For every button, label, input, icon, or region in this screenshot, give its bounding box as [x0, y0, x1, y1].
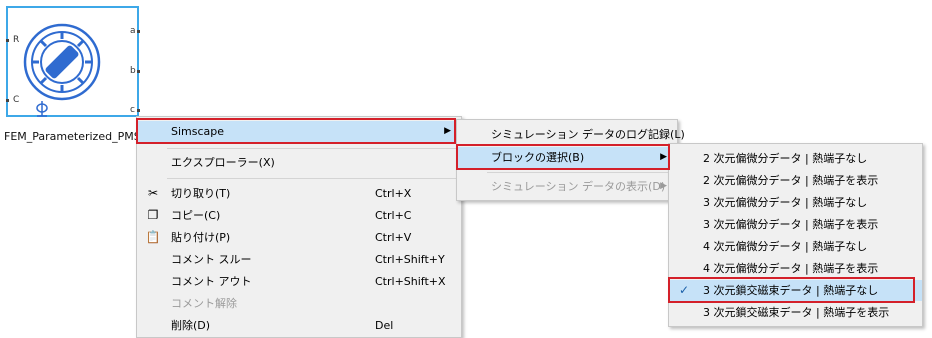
block-name: FEM_Parameterized_PMSM	[4, 130, 151, 143]
port-r[interactable]	[6, 39, 9, 42]
menu-item-label: 3 次元偏微分データ | 熱端子なし	[703, 196, 868, 209]
block-choice-submenu: 2 次元偏微分データ | 熱端子なし 2 次元偏微分データ | 熱端子を表示 3…	[668, 143, 923, 327]
variant-item[interactable]: 2 次元偏微分データ | 熱端子なし	[669, 148, 922, 169]
port-label-c-left: C	[13, 95, 20, 105]
menu-item-cut[interactable]: ✂ 切り取り(T) Ctrl+X	[137, 183, 461, 204]
port-label-b: b	[130, 66, 136, 76]
menu-item-label: 削除(D)	[171, 319, 211, 332]
menu-item-label: コメント スルー	[171, 253, 252, 266]
submenu-arrow-icon: ▶	[444, 126, 451, 136]
menu-item-shortcut: Del	[375, 319, 394, 332]
menu-item-label: 3 次元偏微分データ | 熱端子を表示	[703, 218, 879, 231]
menu-item-label: 3 次元鎖交磁束データ | 熱端子なし	[703, 284, 879, 297]
port-c-right[interactable]	[137, 109, 140, 112]
context-menu: Simscape ▶ エクスプローラー(X) ✂ 切り取り(T) Ctrl+X …	[136, 116, 462, 338]
checkmark-icon: ✓	[679, 283, 690, 297]
copy-icon: ❐	[147, 208, 159, 222]
menu-item-label: 3 次元鎖交磁束データ | 熱端子を表示	[703, 306, 890, 319]
paste-icon: 📋	[145, 230, 161, 244]
scissors-icon: ✂	[147, 186, 159, 200]
menu-item-explorer[interactable]: エクスプローラー(X)	[137, 152, 461, 173]
menu-item-label: 4 次元偏微分データ | 熱端子なし	[703, 240, 868, 253]
menu-item-copy[interactable]: ❐ コピー(C) Ctrl+C	[137, 205, 461, 226]
menu-item-paste[interactable]: 📋 貼り付け(P) Ctrl+V	[137, 227, 461, 248]
menu-item-label: シミュレーション データのログ記録(L)	[491, 128, 685, 141]
menu-item-block-choice[interactable]: ブロックの選択(B) ▶	[457, 147, 677, 168]
menu-item-shortcut: Ctrl+V	[375, 231, 412, 244]
menu-item-shortcut: Ctrl+Shift+Y	[375, 253, 445, 266]
menu-item-label: コメント解除	[171, 297, 237, 310]
port-label-c-right: c	[130, 105, 135, 115]
variant-item[interactable]: 3 次元偏微分データ | 熱端子を表示	[669, 214, 922, 235]
menu-item-label: 2 次元偏微分データ | 熱端子なし	[703, 152, 868, 165]
flux-phi-icon	[36, 101, 48, 117]
menu-item-label: Simscape	[171, 125, 225, 138]
motor-icon	[23, 23, 101, 101]
menu-item-label: ブロックの選択(B)	[491, 151, 585, 164]
menu-separator	[487, 172, 675, 173]
menu-item-label: エクスプローラー(X)	[171, 156, 275, 169]
menu-item-label: 4 次元偏微分データ | 熱端子を表示	[703, 262, 879, 275]
menu-item-label: 切り取り(T)	[171, 187, 231, 200]
menu-item-label: シミュレーション データの表示(D)	[491, 180, 666, 193]
port-a[interactable]	[137, 30, 140, 33]
menu-item-delete[interactable]: 削除(D) Del	[137, 315, 461, 336]
menu-separator	[167, 178, 459, 179]
variant-item[interactable]: 3 次元鎖交磁束データ | 熱端子を表示	[669, 302, 922, 323]
menu-item-shortcut: Ctrl+Shift+X	[375, 275, 446, 288]
menu-item-label: 貼り付け(P)	[171, 231, 231, 244]
menu-item-comment-out[interactable]: コメント アウト Ctrl+Shift+X	[137, 271, 461, 292]
menu-item-shortcut: Ctrl+C	[375, 209, 412, 222]
menu-item-log-simulation-data[interactable]: シミュレーション データのログ記録(L)	[457, 124, 685, 145]
menu-item-view-simulation-data: シミュレーション データの表示(D) ▶	[457, 176, 677, 197]
menu-item-comment-through[interactable]: コメント スルー Ctrl+Shift+Y	[137, 249, 461, 270]
port-label-r: R	[13, 35, 20, 45]
variant-item[interactable]: 4 次元偏微分データ | 熱端子なし	[669, 236, 922, 257]
simscape-submenu: シミュレーション データのログ記録(L) ブロックの選択(B) ▶ シミュレーシ…	[456, 119, 685, 201]
variant-item-selected[interactable]: ✓ 3 次元鎖交磁束データ | 熱端子なし	[669, 280, 922, 301]
variant-item[interactable]: 2 次元偏微分データ | 熱端子を表示	[669, 170, 922, 191]
menu-item-label: コピー(C)	[171, 209, 221, 222]
menu-item-label: 2 次元偏微分データ | 熱端子を表示	[703, 174, 879, 187]
variant-item[interactable]: 3 次元偏微分データ | 熱端子なし	[669, 192, 922, 213]
submenu-arrow-icon: ▶	[660, 181, 667, 191]
menu-item-shortcut: Ctrl+X	[375, 187, 412, 200]
submenu-arrow-icon: ▶	[660, 152, 667, 162]
pmsm-block[interactable]: R C a b c	[6, 6, 140, 117]
port-b[interactable]	[137, 70, 140, 73]
menu-item-label: コメント アウト	[171, 275, 252, 288]
menu-item-uncomment: コメント解除	[137, 293, 461, 314]
variant-item[interactable]: 4 次元偏微分データ | 熱端子を表示	[669, 258, 922, 279]
menu-separator	[167, 148, 459, 149]
port-c-left[interactable]	[6, 99, 9, 102]
menu-item-simscape[interactable]: Simscape ▶	[137, 121, 461, 142]
port-label-a: a	[130, 26, 136, 36]
